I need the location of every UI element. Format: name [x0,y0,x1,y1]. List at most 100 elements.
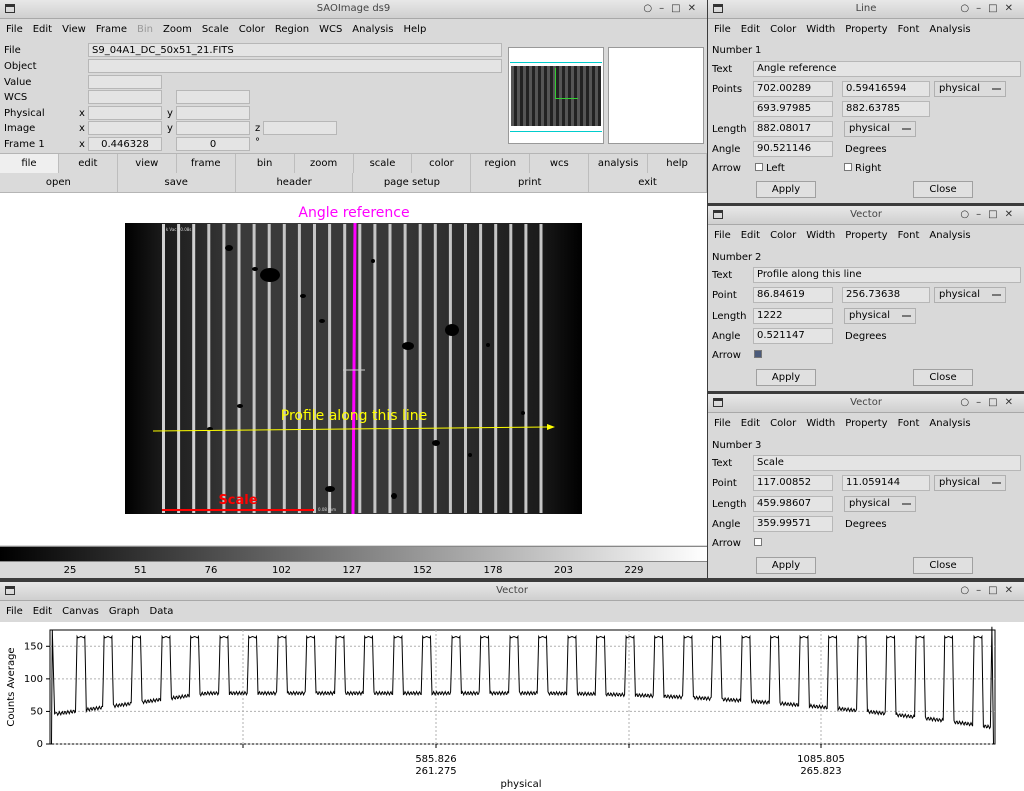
menu-item-region[interactable]: Region [269,19,313,35]
close-icon[interactable]: ✕ [1005,3,1020,14]
window-controls[interactable]: ○–□✕ [960,3,1020,14]
menu-item-analysis[interactable]: Analysis [923,413,974,429]
minimize-icon[interactable]: – [976,585,988,596]
close-icon[interactable]: ✕ [1005,209,1020,220]
point-x-field[interactable]: 117.00852 [753,475,833,491]
button-header[interactable]: header [236,173,354,192]
length-coord-select[interactable]: physical [844,121,916,137]
close-icon[interactable]: ✕ [1005,397,1020,408]
menu-item-analysis[interactable]: Analysis [923,19,974,35]
button-wcs[interactable]: wcs [530,154,590,173]
button-file[interactable]: file [0,154,59,173]
close-icon[interactable]: ✕ [1005,585,1020,596]
button-analysis[interactable]: analysis [589,154,649,173]
panner[interactable] [508,47,604,144]
menu-item-wcs[interactable]: WCS [313,19,346,35]
menu-item-font[interactable]: Font [892,19,924,35]
menu-item-color[interactable]: Color [764,413,800,429]
menu-item-edit[interactable]: Edit [735,19,764,35]
vector-dialog-titlebar[interactable]: Vector ○–□✕ [708,394,1024,413]
menu-item-property[interactable]: Property [839,19,891,35]
minimize-icon[interactable]: – [659,3,671,14]
menu-item-width[interactable]: Width [800,225,839,241]
menu-item-graph[interactable]: Graph [103,601,144,617]
menu-dot-icon[interactable]: ○ [960,209,976,220]
menu-item-frame[interactable]: Frame [90,19,131,35]
menu-dot-icon[interactable]: ○ [960,397,976,408]
button-zoom[interactable]: zoom [295,154,354,173]
point-y-field[interactable]: 11.059144 [842,475,930,491]
button-bin[interactable]: bin [236,154,295,173]
close-icon[interactable]: ✕ [688,3,703,14]
maximize-icon[interactable]: □ [988,209,1004,220]
menu-item-color[interactable]: Color [233,19,269,35]
close-button[interactable]: Close [913,369,973,386]
menu-item-property[interactable]: Property [839,413,891,429]
menu-item-edit[interactable]: Edit [27,601,56,617]
button-exit[interactable]: exit [589,173,707,192]
arrow-checkbox[interactable] [754,538,762,546]
maximize-icon[interactable]: □ [671,3,687,14]
menu-item-zoom[interactable]: Zoom [157,19,196,35]
menu-item-width[interactable]: Width [800,19,839,35]
ds9-titlebar[interactable]: SAOImage ds9 ○–□✕ [0,0,707,19]
point1-y-field[interactable]: 0.59416594 [842,81,930,97]
menu-dot-icon[interactable]: ○ [960,585,976,596]
plot-area[interactable]: 0 50 100 150 585.826 261.275 1085.805 265.823 ph… [0,622,1024,791]
menu-item-canvas[interactable]: Canvas [56,601,103,617]
point-coord-select[interactable]: physical [934,475,1006,491]
angle-field[interactable]: 359.99571 [753,516,833,532]
apply-button[interactable]: Apply [756,181,816,198]
menu-item-scale[interactable]: Scale [196,19,233,35]
line-dialog-titlebar[interactable]: Line ○–□✕ [708,0,1024,19]
vector-dialog-titlebar[interactable]: Vector ○–□✕ [708,206,1024,225]
button-open[interactable]: open [0,173,118,192]
menu-item-color[interactable]: Color [764,19,800,35]
maximize-icon[interactable]: □ [988,585,1004,596]
window-controls[interactable]: ○–□✕ [960,585,1020,596]
minimize-icon[interactable]: – [976,397,988,408]
button-page-setup[interactable]: page setup [353,173,472,192]
length-coord-select[interactable]: physical [844,496,916,512]
colorbar[interactable] [0,546,707,562]
point-y-field[interactable]: 256.73638 [842,287,930,303]
menu-item-file[interactable]: File [0,19,27,35]
apply-button[interactable]: Apply [756,557,816,574]
arrow-left-checkbox[interactable] [755,163,763,171]
length-field[interactable]: 882.08017 [753,121,833,137]
menu-item-color[interactable]: Color [764,225,800,241]
menu-item-file[interactable]: File [0,601,27,617]
menu-dot-icon[interactable]: ○ [643,3,659,14]
window-controls[interactable]: ○–□✕ [960,397,1020,408]
maximize-icon[interactable]: □ [988,397,1004,408]
point2-y-field[interactable]: 882.63785 [842,101,930,117]
window-controls[interactable]: ○–□✕ [643,3,703,14]
button-print[interactable]: print [471,173,590,192]
angle-field[interactable]: 90.521146 [753,141,833,157]
button-help[interactable]: help [648,154,707,173]
image-canvas[interactable]: [ k Vac : 0.08s ] Angle reference Profil… [0,193,707,545]
menu-dot-icon[interactable]: ○ [960,3,976,14]
menu-item-edit[interactable]: Edit [735,413,764,429]
apply-button[interactable]: Apply [756,369,816,386]
text-field[interactable]: Scale [753,455,1021,471]
menu-item-file[interactable]: File [708,19,735,35]
point-coord-select[interactable]: physical [934,287,1006,303]
menu-item-font[interactable]: Font [892,225,924,241]
minimize-icon[interactable]: – [976,3,988,14]
menu-item-file[interactable]: File [708,225,735,241]
menu-item-edit[interactable]: Edit [27,19,56,35]
angle-reference-line[interactable] [351,222,357,515]
button-save[interactable]: save [118,173,236,192]
point2-x-field[interactable]: 693.97985 [753,101,833,117]
button-color[interactable]: color [412,154,472,173]
button-view[interactable]: view [118,154,177,173]
length-field[interactable]: 1222 [753,308,833,324]
button-frame[interactable]: frame [177,154,236,173]
button-region[interactable]: region [471,154,531,173]
menu-item-data[interactable]: Data [144,601,178,617]
scale-vector-label[interactable]: Scale [218,493,257,508]
menu-item-bin[interactable]: Bin [131,19,157,35]
menu-item-property[interactable]: Property [839,225,891,241]
graph-titlebar[interactable]: Vector ○–□✕ [0,582,1024,601]
